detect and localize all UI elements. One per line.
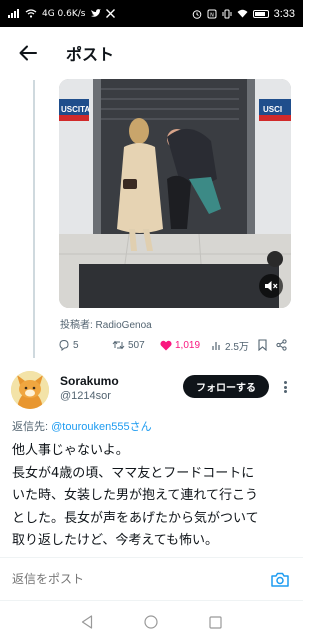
video-player[interactable]: USCITA USCI: [59, 79, 291, 308]
reply-icon: [59, 339, 69, 351]
like-button[interactable]: 1,019: [160, 340, 212, 351]
follow-button[interactable]: フォローする: [183, 375, 269, 398]
back-button[interactable]: [14, 39, 42, 67]
reply-composer: [0, 562, 303, 596]
like-count: 1,019: [175, 339, 201, 351]
bookmark-icon: [258, 339, 267, 351]
post-action-bar: 5 507 1,019 2.5万: [58, 336, 294, 354]
exit-sign-text: USCITA: [61, 105, 90, 114]
avatar[interactable]: [11, 371, 49, 409]
wifi-status-icon: [237, 9, 248, 18]
battery-icon: [252, 9, 269, 18]
video-frame: USCITA USCI: [59, 79, 291, 308]
svg-text:USCI: USCI: [263, 105, 282, 114]
heart-icon: [160, 340, 172, 350]
signal-icon: [8, 9, 19, 18]
camera-button[interactable]: [269, 568, 291, 590]
share-button[interactable]: [276, 339, 290, 351]
x-icon: [105, 9, 115, 18]
bookmark-button[interactable]: [258, 339, 276, 351]
avatar-image: [11, 371, 49, 409]
back-arrow-icon: [19, 45, 37, 61]
view-count: 2.5万: [225, 341, 249, 353]
twitter-bird-icon: [90, 9, 101, 17]
post-body: 他人事じゃないよ。 長女が4歳の頃、ママ友とフードコートに いた時、女装した男が…: [12, 440, 298, 553]
post-body-line: いた時、女装した男が抱えて連れて行こう: [12, 488, 258, 503]
reply-button[interactable]: 5: [58, 339, 106, 351]
post-body-line: 取り返したけど、今考えても怖い。: [12, 533, 219, 548]
views-icon: [212, 341, 220, 350]
mute-icon: [265, 281, 278, 291]
nfc-icon: N: [207, 9, 217, 18]
nav-recents-button[interactable]: [206, 612, 226, 632]
repost-button[interactable]: 507: [112, 339, 160, 351]
views-button[interactable]: 2.5万: [212, 338, 258, 353]
post-body-line: 他人事じゃないよ。: [12, 443, 129, 458]
replying-to-link[interactable]: @tourouken555さん: [51, 421, 151, 433]
nav-home-icon: [144, 615, 159, 629]
nav-recents-icon: [209, 615, 222, 629]
post-body-line: とした。長女が声をあげたから気がついて: [12, 510, 259, 526]
camera-icon: [271, 572, 289, 587]
thread-connector-line: [33, 80, 35, 358]
clock: 3:33: [273, 7, 295, 20]
nav-home-button[interactable]: [141, 612, 161, 632]
video-attribution: 投稿者: RadioGenoa: [60, 320, 152, 331]
repost-count: 507: [128, 339, 145, 351]
wifi-icon: [25, 9, 37, 18]
nav-back-icon: [82, 615, 93, 629]
reply-input[interactable]: [12, 572, 269, 586]
status-bar: 4G 0.6K/s N 3:33: [0, 0, 303, 27]
status-left: 4G 0.6K/s: [8, 9, 115, 19]
replying-to: 返信先: @tourouken555さん: [12, 418, 152, 434]
vibrate-icon: [222, 9, 232, 18]
svg-text:N: N: [210, 12, 214, 18]
replying-prefix: 返信先:: [12, 421, 52, 433]
top-app-bar: ポスト: [0, 27, 303, 79]
status-right: N 3:33: [192, 8, 295, 20]
mute-button[interactable]: [259, 274, 283, 298]
page-title: ポスト: [66, 47, 115, 64]
reply-count: 5: [73, 339, 79, 351]
display-name[interactable]: Sorakumo: [60, 374, 119, 388]
repost-icon: [112, 340, 125, 350]
system-nav-bar: [0, 604, 303, 640]
alarm-icon: [192, 9, 201, 19]
more-icon[interactable]: [279, 379, 291, 395]
divider: [0, 557, 303, 558]
user-handle[interactable]: @1214sor: [60, 390, 111, 402]
share-icon: [276, 339, 287, 351]
post-body-line: 長女が4歳の頃、ママ友とフードコートに: [12, 465, 255, 481]
divider: [0, 600, 303, 601]
nav-back-button[interactable]: [77, 612, 97, 632]
network-speed: 4G 0.6K/s: [42, 8, 86, 19]
